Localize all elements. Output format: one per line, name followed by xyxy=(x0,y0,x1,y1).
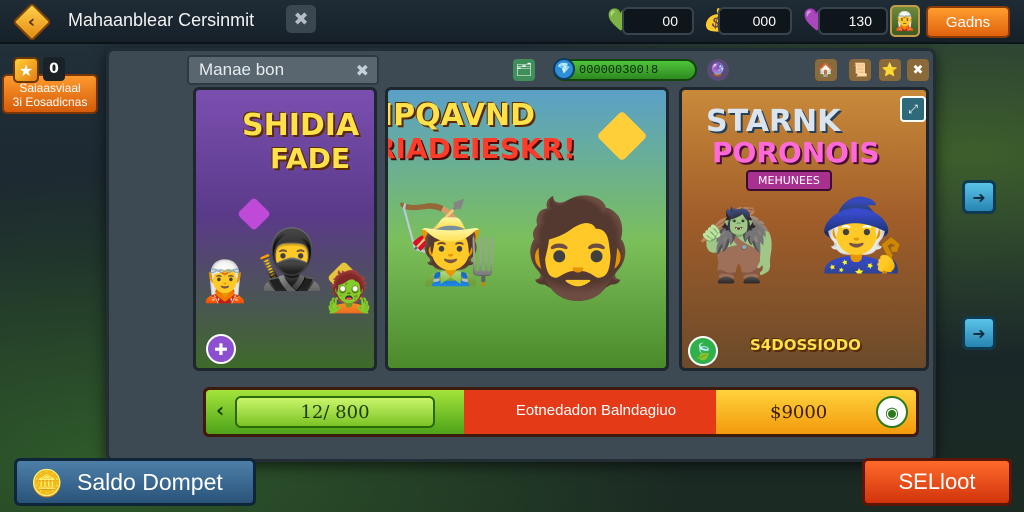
expand-icon[interactable]: ⤢ xyxy=(900,96,926,122)
scroll-icon[interactable]: 📜 xyxy=(849,59,871,81)
wallet-label: Saldo Dompet xyxy=(77,468,223,495)
currency-hearts: 00 xyxy=(622,7,694,35)
close-x-icon[interactable]: ✖ xyxy=(907,59,929,81)
goblin-figure: 🧝 xyxy=(200,259,250,305)
modal-header: ★ 0 Manae bon ✖ 🗂 💎 000000300!8 🔮 🏠 📜 ⭐ … xyxy=(13,51,933,87)
card-3-title-line-2: PORONOIS xyxy=(712,136,880,169)
star-count: 0 xyxy=(43,57,65,81)
dwarf-warrior-figure: 🧔 xyxy=(518,192,638,304)
tab-close-icon[interactable]: ✖ xyxy=(356,61,369,81)
card-2-title-line-2: RIADEIESKR! xyxy=(385,132,576,165)
offer-card-1[interactable]: SHIDIA FADE 🥷 🧝 🧟 ✚ xyxy=(193,87,377,371)
next-arrow-bottom[interactable]: ➜ xyxy=(962,316,996,350)
promo-line-2: 3i Eosadicnas xyxy=(12,95,88,109)
shop-modal: ★ 0 Manae bon ✖ 🗂 💎 000000300!8 🔮 🏠 📜 ⭐ … xyxy=(13,48,936,462)
mage-figure: 🧙 xyxy=(818,194,906,276)
card-3-price: S4DOSSIODO xyxy=(750,336,861,354)
back-button[interactable]: ‹ xyxy=(12,2,52,42)
cheese-gem-icon xyxy=(596,110,648,162)
orc-figure: 🧌 xyxy=(694,204,782,286)
left-value: 12/ 800 xyxy=(235,396,435,428)
ranger-figure: 🧑‍🌾 xyxy=(418,215,498,289)
buy-button[interactable]: $9000 ◉ xyxy=(716,390,916,434)
chest-small-icon[interactable]: 🗂 xyxy=(513,59,535,81)
deals-button[interactable]: Gadns xyxy=(926,6,1010,38)
player-avatar[interactable]: 🧝 xyxy=(890,5,920,37)
offer-card-2[interactable]: IPQAVND RIADEIESKR! 🏹 🧑‍🌾 🧔 xyxy=(385,87,669,371)
progress-value: 000000300!8 xyxy=(579,63,659,77)
bar-middle-text: Eotnedadon Balndagiuo xyxy=(515,402,677,419)
wallet-button[interactable]: 🪙 Saldo Dompet xyxy=(14,458,256,506)
currency-gold: 000 xyxy=(718,7,792,35)
card-3-subtitle: MEHUNEES xyxy=(746,170,832,191)
orb-icon[interactable]: 🔮 xyxy=(707,59,729,81)
promo-line-1: Saiaasviaal xyxy=(19,81,81,95)
buy-price: $9000 xyxy=(770,401,828,423)
chevron-left-icon: ‹ xyxy=(216,398,225,422)
offer-card-3[interactable]: STARNK PORONOIS MEHUNEES ⤢ 🧌 🧙 S4DOSSIOD… xyxy=(679,87,929,371)
fighter-figure: 🧟 xyxy=(324,269,374,315)
tab-manage[interactable]: Manae bon ✖ xyxy=(187,55,379,85)
warrior-figure: 🥷 xyxy=(254,225,327,293)
card-3-title-line-1: STARNK xyxy=(706,104,841,139)
gem-icon: 💎 xyxy=(553,58,575,80)
back-arrow-icon: ‹ xyxy=(28,11,36,33)
purchase-bar: ‹ 12/ 800 Eotnedadon Balndagiuo $9000 ◉ xyxy=(203,387,919,437)
add-icon[interactable]: ✚ xyxy=(206,334,236,364)
close-icon[interactable]: ✖ xyxy=(286,5,316,33)
star-icon: ★ xyxy=(13,57,39,83)
house-icon[interactable]: 🏠 xyxy=(815,59,837,81)
next-arrow-top[interactable]: ➜ xyxy=(962,180,996,214)
leaf-icon[interactable]: 🍃 xyxy=(688,336,718,366)
arrow-icon: ➜ xyxy=(972,323,986,343)
arrow-icon: ➜ xyxy=(972,187,986,207)
card-1-title-line-1: SHIDIA xyxy=(242,108,360,143)
currency-gems: 130 xyxy=(818,7,888,35)
tab-label: Manae bon xyxy=(199,60,285,79)
top-bar: ‹ Mahaanblear Cersinmit ✖ 💚 00 💰 000 💜 1… xyxy=(0,0,1024,44)
card-1-title-line-2: FADE xyxy=(270,142,350,175)
progress-bar: 💎 000000300!8 xyxy=(553,58,697,81)
coin-icon: ◉ xyxy=(876,396,908,428)
gold-bar-icon: 🪙 xyxy=(30,467,64,498)
left-value-button[interactable]: ‹ 12/ 800 xyxy=(206,390,464,434)
star-badge-icon[interactable]: ⭐ xyxy=(879,59,901,81)
sell-button[interactable]: SELloot xyxy=(862,458,1012,506)
page-title: Mahaanblear Cersinmit xyxy=(68,10,255,30)
card-2-title-line-1: IPQAVND xyxy=(385,98,536,133)
